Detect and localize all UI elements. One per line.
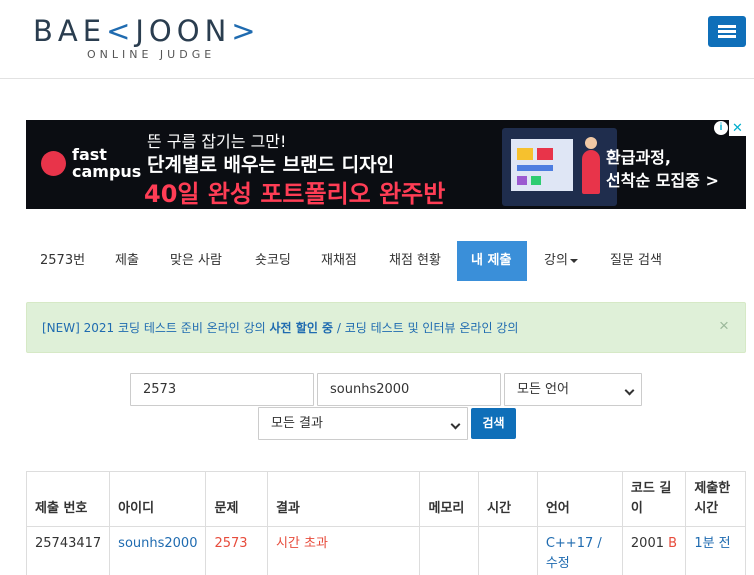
user-id-input[interactable]: sounhs2000 bbox=[317, 373, 501, 406]
ad-info-icon[interactable]: i bbox=[714, 121, 728, 135]
submitted-time[interactable]: 1분 전 bbox=[685, 526, 746, 575]
code-view-link[interactable]: B bbox=[668, 536, 677, 551]
table-header-row: 제출 번호 아이디 문제 결과 메모리 시간 언어 코드 길이 제출한 시간 bbox=[25, 471, 746, 527]
tab-my-submissions[interactable]: 내 제출 bbox=[457, 241, 527, 281]
tab-question-search[interactable]: 질문 검색 bbox=[596, 241, 676, 281]
logo[interactable]: BAE<JOON> ONLINE JUDGE bbox=[33, 14, 283, 64]
hamburger-icon bbox=[718, 25, 736, 28]
edit-link[interactable]: 수정 bbox=[546, 556, 570, 571]
memory-cell bbox=[419, 526, 480, 575]
col-language: 언어 bbox=[536, 471, 623, 527]
col-user: 아이디 bbox=[109, 471, 207, 527]
language-select[interactable]: 모든 언어 bbox=[504, 373, 642, 406]
table-row: 25743417 sounhs2000 2573 시간 초과 C++17 / 수… bbox=[25, 526, 746, 575]
tab-problem[interactable]: 2573번 bbox=[26, 241, 99, 281]
caret-down-icon bbox=[569, 258, 578, 263]
chevron-down-icon bbox=[624, 385, 635, 396]
logo-wordmark: BAE<JOON> bbox=[33, 14, 261, 48]
problem-id-input[interactable]: 2573 bbox=[130, 373, 314, 406]
code-length-cell: 2001 B bbox=[621, 526, 687, 575]
announcement-alert: [NEW] 2021 코딩 테스트 준비 온라인 강의 사전 할인 중 / 코딩… bbox=[26, 302, 746, 353]
alert-close-icon[interactable]: × bbox=[719, 316, 729, 336]
user-link[interactable]: sounhs2000 bbox=[109, 526, 207, 575]
tab-solvers[interactable]: 맞은 사람 bbox=[156, 241, 236, 281]
col-result: 결과 bbox=[266, 471, 421, 527]
ad-brand: fast campus bbox=[72, 145, 142, 181]
col-submission-id: 제출 번호 bbox=[25, 471, 111, 527]
language-link[interactable]: C++17 bbox=[546, 536, 593, 551]
col-submitted-time: 제출한 시간 bbox=[685, 471, 746, 527]
submission-table: 제출 번호 아이디 문제 결과 메모리 시간 언어 코드 길이 제출한 시간 2… bbox=[25, 471, 746, 575]
problem-tabs: 2573번 제출 맞은 사람 숏코딩 재채점 채점 현황 내 제출 강의 질문 … bbox=[26, 241, 746, 281]
col-problem: 문제 bbox=[205, 471, 268, 527]
ad-headline-3: 40일 완성 포트폴리오 완주반 bbox=[144, 180, 446, 208]
ad-cta-line-1: 환급과정, bbox=[606, 148, 671, 167]
tab-status[interactable]: 채점 현황 bbox=[375, 241, 455, 281]
ad-close-icon[interactable]: ✕ bbox=[729, 120, 746, 136]
problem-link[interactable]: 2573 bbox=[205, 526, 268, 575]
tab-short-coding[interactable]: 숏코딩 bbox=[241, 241, 305, 281]
time-cell bbox=[478, 526, 538, 575]
tab-rejudge[interactable]: 재채점 bbox=[307, 241, 371, 281]
chevron-down-icon bbox=[450, 419, 461, 430]
ad-headline-1: 뜬 구름 잡기는 그만! bbox=[147, 132, 287, 151]
col-memory: 메모리 bbox=[419, 471, 480, 527]
ad-banner[interactable]: fast campus 뜬 구름 잡기는 그만! 단계별로 배우는 브랜드 디자인… bbox=[26, 120, 746, 209]
col-code-length: 코드 길이 bbox=[621, 471, 687, 527]
result-select[interactable]: 모든 결과 bbox=[258, 407, 468, 440]
ad-cta-line-2[interactable]: 선착순 모집중 > bbox=[606, 167, 719, 191]
site-header: BAE<JOON> ONLINE JUDGE bbox=[0, 0, 754, 79]
hamburger-menu-button[interactable] bbox=[708, 16, 746, 47]
submission-id: 25743417 bbox=[25, 526, 111, 575]
search-button[interactable]: 검색 bbox=[471, 408, 516, 439]
col-time: 시간 bbox=[478, 471, 538, 527]
ad-headline-2: 단계별로 배우는 브랜드 디자인 bbox=[147, 154, 395, 176]
language-cell: C++17 / 수정 bbox=[536, 526, 623, 575]
result-status: 시간 초과 bbox=[266, 526, 421, 575]
logo-subtitle: ONLINE JUDGE bbox=[87, 48, 216, 61]
ad-illustration bbox=[502, 128, 617, 206]
tab-lectures[interactable]: 강의 bbox=[530, 241, 592, 281]
tab-submit[interactable]: 제출 bbox=[101, 241, 153, 281]
fastcampus-logo-icon bbox=[41, 151, 66, 176]
announcement-link[interactable]: [NEW] 2021 코딩 테스트 준비 온라인 강의 사전 할인 중 / 코딩… bbox=[42, 319, 518, 336]
